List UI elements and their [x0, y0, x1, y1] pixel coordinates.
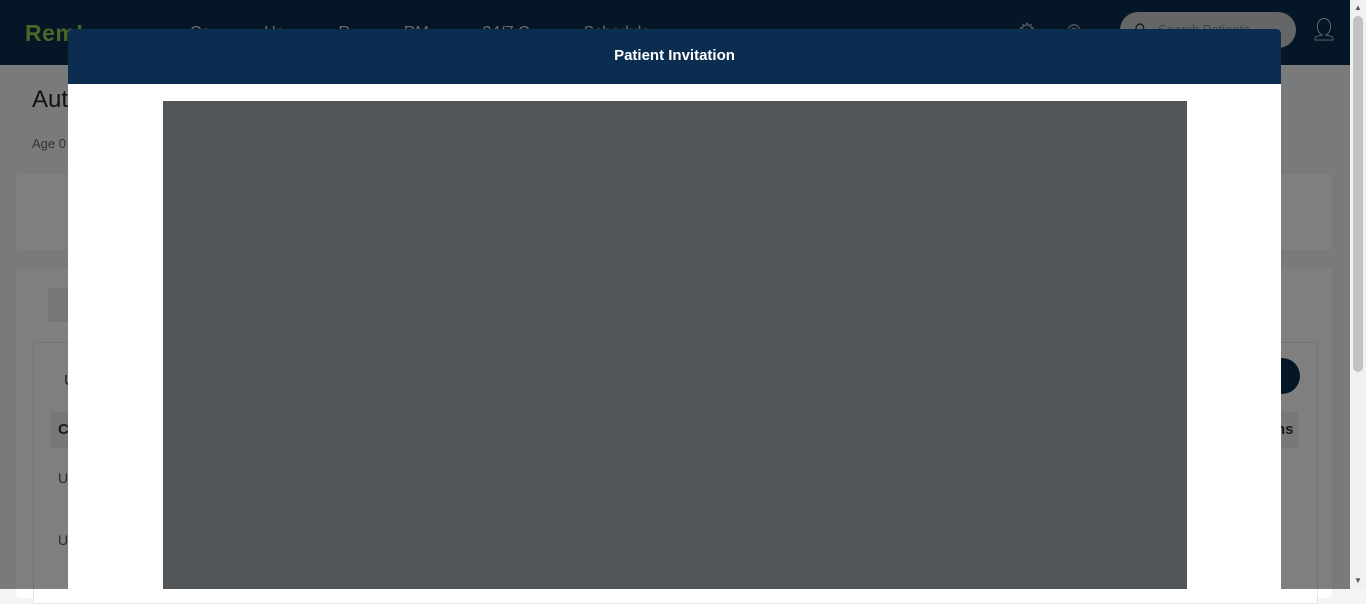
scroll-thumb[interactable] [1353, 16, 1363, 372]
modal-title: Patient Invitation [614, 47, 735, 64]
page-scrollbar[interactable]: ▲ ▼ [1350, 0, 1366, 589]
scroll-up-icon[interactable]: ▲ [1350, 0, 1366, 16]
modal-header: Patient Invitation [68, 29, 1281, 84]
scroll-down-icon[interactable]: ▼ [1350, 573, 1366, 589]
patient-invitation-modal: Patient Invitation [68, 29, 1281, 589]
document-viewer[interactable] [163, 101, 1187, 589]
